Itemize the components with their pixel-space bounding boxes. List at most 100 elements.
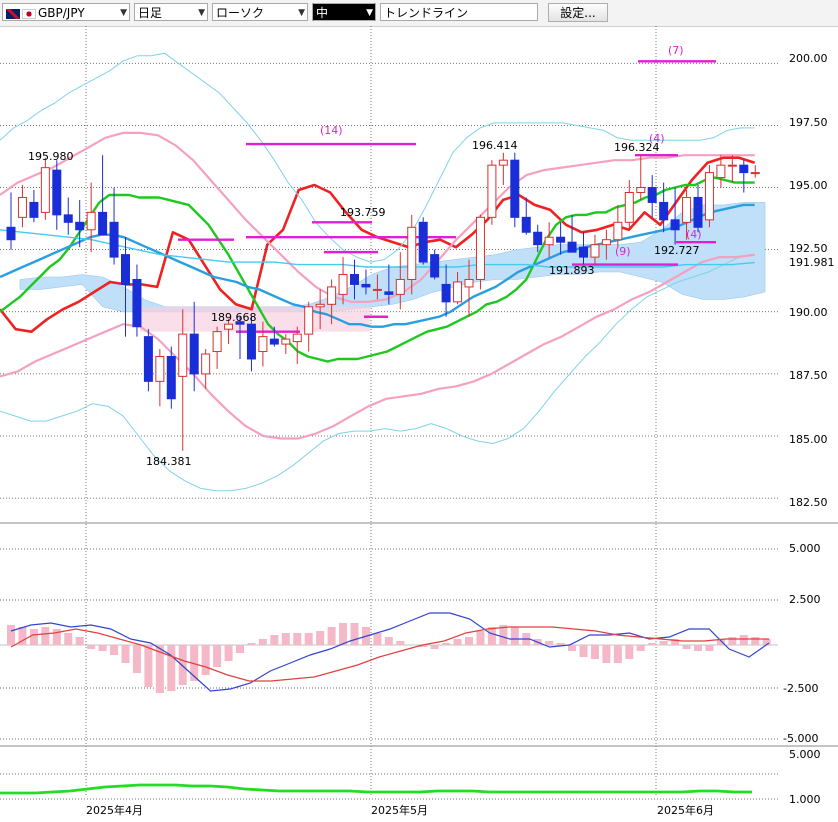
macd-hist-bar-61 xyxy=(705,645,714,651)
macd-hist-bar-12 xyxy=(144,645,153,687)
price-chart: 195.980 184.381 189.668 193.759 196.414 … xyxy=(0,26,838,817)
y-axis-labels: 200.00 197.50 195.00 192.50 191.981 190.… xyxy=(783,52,835,806)
macd-hist-bar-19 xyxy=(224,645,233,661)
macd-hist-bar-17 xyxy=(201,645,210,675)
macd-hist-bar-53 xyxy=(613,645,622,663)
candle-body-62 xyxy=(716,164,726,179)
period-select[interactable]: 日足 ▼ xyxy=(134,3,208,21)
candle-body-6 xyxy=(75,221,85,231)
macd-tick-5: 5.000 xyxy=(789,542,821,555)
y-tick-195: 195.00 xyxy=(789,179,828,192)
macd-hist-bar-3 xyxy=(41,627,50,645)
chevron-down-icon: ▼ xyxy=(198,8,205,18)
macd-hist-bar-6 xyxy=(75,637,84,645)
size-label: 中 xyxy=(316,6,329,20)
x-label-may: 2025年5月 xyxy=(371,803,428,817)
bottom-indicator-line xyxy=(0,783,752,795)
chart-style-select[interactable]: ローソク ▼ xyxy=(212,3,308,21)
chart-style-label: ローソク xyxy=(216,6,265,20)
y-tick-190: 190.00 xyxy=(789,306,828,319)
count-label-4a: (4) xyxy=(649,132,665,145)
macd-hist-bar-40 xyxy=(465,637,473,645)
candle-body-27 xyxy=(315,303,325,308)
macd-hist-bar-55 xyxy=(636,645,645,651)
annotation-high-2: 196.414 xyxy=(472,139,518,152)
candle-body-3 xyxy=(40,167,50,213)
count-label-7: (7) xyxy=(668,44,684,57)
macd-hist-bar-7 xyxy=(87,645,96,649)
candle-body-35 xyxy=(407,226,417,280)
candle-body-2 xyxy=(29,201,39,218)
candle-body-64 xyxy=(739,164,749,174)
candle-body-58 xyxy=(670,219,680,231)
macd-hist-bar-11 xyxy=(132,645,141,673)
macd-hist-bar-44 xyxy=(510,627,519,645)
chevron-down-icon: ▼ xyxy=(366,8,373,18)
candle-body-39 xyxy=(453,281,463,303)
candle-body-22 xyxy=(258,336,268,353)
macd-tick-5b: 5.000 xyxy=(789,748,821,761)
y-tick-187-5: 187.50 xyxy=(789,369,828,382)
annotation-low-2: 191.893 xyxy=(549,264,595,277)
candle-body-61 xyxy=(704,172,714,221)
y-tick-200: 200.00 xyxy=(789,52,828,65)
macd-hist-bar-15 xyxy=(178,645,187,685)
count-label-4b: (4) xyxy=(686,228,702,241)
candle-body-25 xyxy=(292,333,302,343)
macd-hist-bar-10 xyxy=(121,645,130,663)
candle-body-15 xyxy=(178,333,188,377)
settings-button[interactable]: 設定... xyxy=(548,3,608,22)
x-label-june: 2025年6月 xyxy=(657,803,714,817)
macd-hist-bar-32 xyxy=(373,633,382,645)
macd-tick-neg-5: -5.000 xyxy=(783,732,818,745)
annotation-level-1: 189.668 xyxy=(211,311,257,324)
candle-body-0 xyxy=(6,226,16,241)
count-label-9: (9) xyxy=(615,245,631,258)
annotation-high-1: 195.980 xyxy=(28,150,74,163)
macd-hist-bar-29 xyxy=(339,623,348,645)
macd-hist-bar-51 xyxy=(590,645,599,659)
candle-body-34 xyxy=(395,278,405,295)
macd-hist-bar-33 xyxy=(384,637,393,645)
macd-hist-bar-21 xyxy=(247,643,256,645)
macd-hist-bar-25 xyxy=(293,633,302,645)
macd-tick-2-5: 2.500 xyxy=(789,593,821,606)
macd-hist-bar-54 xyxy=(625,645,634,659)
candle-body-26 xyxy=(304,306,314,335)
macd-hist-bar-5 xyxy=(64,633,73,645)
candle-body-47 xyxy=(544,236,554,246)
macd-hist-bar-18 xyxy=(213,645,222,667)
macd-hist-bar-2 xyxy=(29,629,38,645)
annotation-low-3: 192.727 xyxy=(654,244,700,257)
macd-hist-bar-23 xyxy=(270,635,279,645)
candle-body-14 xyxy=(166,356,176,400)
symbol-select[interactable]: GBP/JPY ▼ xyxy=(2,3,130,21)
candle-body-48 xyxy=(556,236,566,243)
candle-body-18 xyxy=(212,331,222,353)
candle-body-24 xyxy=(281,338,291,345)
candle-body-23 xyxy=(269,338,279,345)
macd-hist-bar-0 xyxy=(7,625,15,645)
count-label-14: (14) xyxy=(320,124,343,137)
candle-body-44 xyxy=(510,159,520,218)
candle-body-9 xyxy=(109,221,119,258)
y-tick-192-5: 192.50 xyxy=(789,242,828,255)
candle-body-33 xyxy=(384,291,394,295)
y-tick-current: 191.981 xyxy=(789,256,835,269)
candle-body-60 xyxy=(693,196,703,228)
macd-hist-bar-39 xyxy=(453,639,462,645)
candle-body-52 xyxy=(601,239,611,246)
drawing-tool-field[interactable]: トレンドライン xyxy=(380,3,538,21)
candle-body-38 xyxy=(441,283,451,303)
macd-hist-bar-47 xyxy=(545,641,554,645)
candle-body-8 xyxy=(98,211,108,236)
uk-flag-icon xyxy=(6,8,20,19)
candle-body-46 xyxy=(533,231,543,246)
period-label: 日足 xyxy=(138,6,163,20)
y-tick-185: 185.00 xyxy=(789,433,828,446)
candle-body-7 xyxy=(86,211,96,231)
size-select[interactable]: 中 ▼ xyxy=(312,3,376,21)
macd-hist-bar-41 xyxy=(476,631,485,645)
candle-body-37 xyxy=(430,254,440,278)
candle-body-49 xyxy=(567,241,577,253)
